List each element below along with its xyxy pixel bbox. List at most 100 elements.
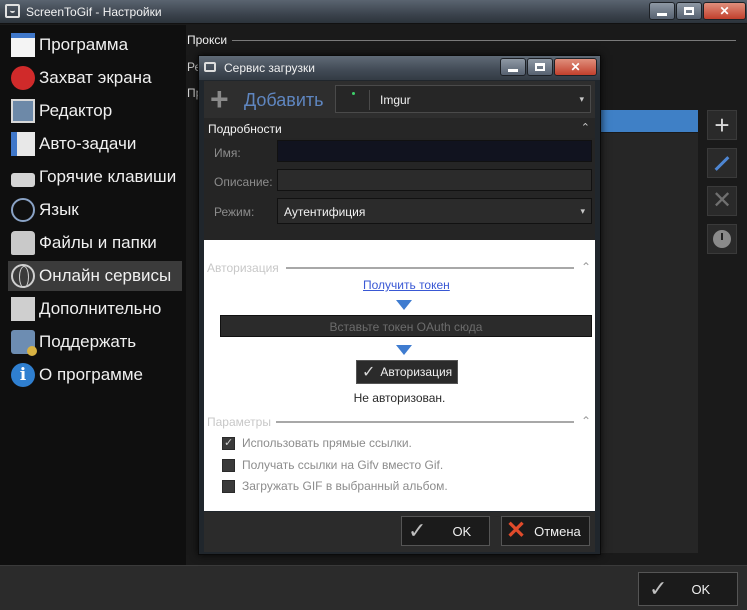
main-ok-label: OK	[691, 581, 711, 597]
chevron-down-icon: ▾	[579, 94, 584, 104]
checkmark-icon: ✓	[362, 364, 376, 381]
sidebar-item-support[interactable]: Поддержать	[8, 327, 182, 357]
sidebar-item-program[interactable]: Программа	[8, 30, 182, 60]
get-token-link[interactable]: Получить токен	[363, 278, 450, 292]
sidebar-item-extras[interactable]: Дополнительно	[8, 294, 182, 324]
checkbox[interactable]	[222, 458, 235, 472]
sidebar-item-label: Онлайн сервисы	[39, 266, 172, 285]
name-field[interactable]	[277, 140, 592, 162]
parameters-divider	[276, 421, 574, 423]
add-button[interactable]: Добавить	[244, 90, 324, 111]
tasks-icon	[11, 132, 35, 156]
remove-icon: ✕	[711, 187, 733, 214]
dialog-header-bar: + Добавить Imgur ▾	[204, 81, 595, 118]
authorize-button[interactable]: ✓ Авторизация	[356, 360, 458, 384]
chevron-down-icon: ▾	[580, 206, 585, 216]
language-icon	[11, 198, 35, 222]
checkbox[interactable]	[222, 436, 235, 450]
info-icon: i	[11, 363, 35, 387]
services-toolbar: + ✕	[707, 110, 737, 262]
sidebar-item-screen-capture[interactable]: Захват экрана	[8, 63, 182, 93]
close-button[interactable]: ✕	[703, 2, 746, 20]
history-button[interactable]	[707, 224, 737, 254]
remove-service-button[interactable]: ✕	[707, 186, 737, 216]
sidebar-item-auto-tasks[interactable]: Авто-задачи	[8, 129, 182, 159]
minimize-icon	[508, 68, 518, 72]
main-ok-button[interactable]: ✓ OK	[638, 572, 738, 606]
maximize-icon	[535, 63, 545, 71]
folders-icon	[11, 231, 35, 255]
option-album-upload[interactable]: Загружать GIF в выбранный альбом.	[222, 479, 448, 493]
sidebar-item-files-folders[interactable]: Файлы и папки	[8, 228, 182, 258]
checkmark-icon: ✓	[408, 518, 427, 543]
name-label: Имя:	[214, 146, 241, 160]
proxy-divider	[232, 40, 736, 41]
app-icon	[5, 4, 20, 18]
parameters-group-title: Параметры	[207, 415, 271, 429]
token-input-placeholder: Вставьте токен OAuth сюда	[329, 320, 483, 334]
main-footer: ✓ OK	[0, 565, 747, 610]
chevron-up-icon[interactable]: ⌃	[581, 414, 591, 428]
dialog-window-controls: ✕	[499, 58, 597, 76]
dialog-maximize-button[interactable]	[527, 58, 553, 76]
sidebar-item-editor[interactable]: Редактор	[8, 96, 182, 126]
authorization-divider	[286, 267, 574, 269]
service-select[interactable]: Imgur ▾	[335, 85, 591, 113]
description-label: Описание:	[214, 175, 273, 189]
authorization-status: Не авторизован.	[353, 391, 446, 405]
dialog-ok-button[interactable]: ✓ OK	[401, 516, 490, 546]
sidebar-item-hotkeys[interactable]: Горячие клавиши	[8, 162, 182, 192]
arrow-down-icon	[396, 300, 412, 310]
globe-icon	[11, 264, 35, 288]
services-list-selected-row[interactable]	[596, 110, 698, 132]
minimize-button[interactable]	[649, 2, 675, 20]
option-direct-links[interactable]: Использовать прямые ссылки.	[222, 436, 412, 450]
dialog-close-button[interactable]: ✕	[554, 58, 597, 76]
option-gifv-links[interactable]: Получать ссылки на Gifv вместо Gif.	[222, 458, 443, 472]
sidebar-item-label: О программе	[39, 365, 144, 384]
proxy-header: Прокси	[187, 33, 228, 47]
sidebar-item-online-services[interactable]: Онлайн сервисы	[8, 261, 182, 291]
details-header[interactable]: Подробности ⌃	[204, 118, 595, 138]
clock-icon	[713, 230, 731, 248]
services-list	[596, 133, 698, 553]
plus-icon: +	[714, 110, 730, 140]
sidebar-item-language[interactable]: Язык	[8, 195, 182, 225]
details-title: Подробности	[208, 122, 282, 136]
sidebar-item-label: Файлы и папки	[39, 233, 157, 252]
add-icon: +	[210, 81, 229, 117]
pencil-icon	[714, 155, 730, 171]
option-label: Использовать прямые ссылки.	[242, 436, 412, 450]
token-input[interactable]: Вставьте токен OAuth сюда	[220, 315, 592, 337]
dialog-title: Сервис загрузки	[224, 61, 315, 75]
cancel-icon: ✕	[506, 517, 527, 544]
description-field[interactable]	[277, 169, 592, 191]
dialog-minimize-button[interactable]	[500, 58, 526, 76]
option-label: Загружать GIF в выбранный альбом.	[242, 479, 448, 493]
dialog-ok-label: OK	[452, 523, 472, 539]
edit-service-button[interactable]	[707, 148, 737, 178]
dialog-cancel-button[interactable]: ✕ Отмена	[501, 516, 590, 546]
authorize-button-label: Авторизация	[380, 365, 453, 379]
extras-icon	[11, 297, 35, 321]
sidebar-item-label: Авто-задачи	[39, 134, 137, 153]
sidebar-item-label: Язык	[39, 200, 79, 219]
window-controls: ✕	[648, 2, 746, 20]
maximize-button[interactable]	[676, 2, 702, 20]
authorization-group-title: Авторизация	[207, 261, 279, 275]
select-separator	[369, 90, 370, 110]
maximize-icon	[684, 7, 694, 15]
window-icon	[11, 33, 35, 57]
close-icon: ✕	[570, 60, 581, 74]
arrow-down-icon	[396, 345, 412, 355]
dialog-body: + Добавить Imgur ▾ Подробности ⌃ Имя: Оп…	[204, 81, 595, 511]
sidebar-item-about[interactable]: i О программе	[8, 360, 182, 390]
sidebar-item-label: Горячие клавиши	[39, 167, 177, 186]
checkbox[interactable]	[222, 479, 235, 493]
chevron-up-icon[interactable]: ⌃	[581, 260, 591, 274]
upload-service-dialog: Сервис загрузки ✕ + Добавить Imgur ▾ Под…	[198, 55, 601, 555]
status-dot-icon	[352, 92, 355, 95]
add-service-button[interactable]: +	[707, 110, 737, 140]
mode-select[interactable]: Аутентифиция ▾	[277, 198, 592, 224]
mode-label: Режим:	[214, 205, 255, 219]
